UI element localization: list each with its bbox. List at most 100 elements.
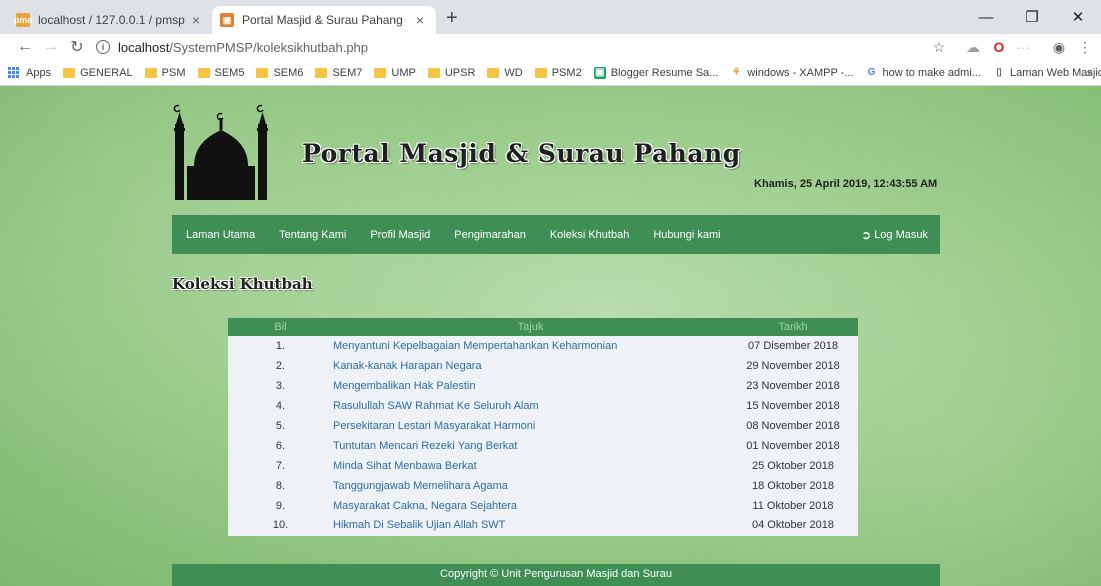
minimize-button[interactable]: — [963, 0, 1009, 34]
khutbah-link[interactable]: Kanak-kanak Harapan Negara [333, 356, 728, 376]
folder-icon [256, 67, 269, 78]
forward-arrow-icon[interactable]: → [40, 36, 62, 58]
table-row: 6. Tuntutan Mencari Rezeki Yang Berkat 0… [228, 436, 858, 456]
nav-tentang-kami[interactable]: Tentang Kami [279, 229, 346, 241]
table-header-row: Bil Tajuk Tarikh [228, 318, 858, 336]
address-bar[interactable]: i localhost/SystemPMSP/koleksikhutbah.ph… [96, 36, 981, 58]
folder-icon [63, 67, 76, 78]
bookmark-blogger[interactable]: ▣ Blogger Resume Sa... [593, 66, 719, 79]
table-row: 3. Mengembalikan Hak Palestin 23 Novembe… [228, 376, 858, 396]
browser-menu-icon[interactable]: ⋮ [1078, 38, 1092, 56]
portal-favicon-icon: ▣ [220, 13, 234, 27]
bookmark-folder-sem6[interactable]: SEM6 [256, 67, 303, 79]
nav-laman-utama[interactable]: Laman Utama [186, 229, 255, 241]
cell-tarikh: 18 Oktober 2018 [728, 476, 858, 496]
url-host: localhost [118, 39, 170, 55]
cell-tarikh: 08 November 2018 [728, 416, 858, 436]
cell-tarikh: 04 Oktober 2018 [728, 516, 858, 536]
tab-close-icon[interactable]: × [188, 12, 204, 28]
bookmark-star-icon[interactable]: ☆ [930, 38, 948, 56]
bookmark-apps[interactable]: Apps [8, 66, 52, 79]
bookmark-folder-psm[interactable]: PSM [144, 66, 186, 79]
bookmarks-overflow-button[interactable]: » [1086, 66, 1093, 80]
folder-icon [427, 67, 440, 78]
extension-dots-icon[interactable]: ··· [1014, 38, 1032, 56]
khutbah-link[interactable]: Persekitaran Lestari Masyarakat Harmoni [333, 416, 728, 436]
bookmark-label: UPSR [444, 66, 476, 79]
table-row: 5. Persekitaran Lestari Masyarakat Harmo… [228, 416, 858, 436]
bookmark-folder-general[interactable]: GENERAL [63, 67, 133, 79]
column-header-tarikh: Tarikh [728, 318, 858, 336]
khutbah-link[interactable]: Tuntutan Mencari Rezeki Yang Berkat [333, 436, 728, 456]
bookmark-label: PSM [161, 66, 186, 79]
cell-tarikh: 01 November 2018 [728, 436, 858, 456]
cell-bil: 2. [228, 356, 333, 376]
reload-icon[interactable]: ↻ [66, 36, 88, 58]
nav-koleksi-khutbah[interactable]: Koleksi Khutbah [550, 229, 630, 241]
cell-tarikh: 25 Oktober 2018 [728, 456, 858, 476]
khutbah-link[interactable]: Mengembalikan Hak Palestin [333, 376, 728, 396]
browser-tab-phpmyadmin[interactable]: pma localhost / 127.0.0.1 / pmsp / ser × [8, 6, 212, 34]
bookmark-laman-web[interactable]: ▯Laman Web Masjid... [993, 67, 1101, 79]
back-arrow-icon[interactable]: ← [14, 36, 36, 58]
url-path: /SystemPMSP/koleksikhutbah.php [169, 39, 369, 55]
cell-bil: 6. [228, 436, 333, 456]
new-tab-button[interactable]: + [446, 8, 458, 28]
extension-cloud-icon[interactable]: ☁ [964, 38, 982, 56]
cell-bil: 10. [228, 516, 333, 536]
site-title: Portal Masjid & Surau Pahang [302, 139, 741, 168]
khutbah-link[interactable]: Hikmah Di Sebalik Ujian Allah SWT [333, 516, 728, 536]
nav-profil-masjid[interactable]: Profil Masjid [370, 229, 430, 241]
khutbah-link[interactable]: Tanggungjawab Memelihara Agama [333, 476, 728, 496]
bookmark-folder-ump[interactable]: UMP [374, 67, 416, 79]
login-link[interactable]: ➲ Log Masuk [861, 215, 928, 254]
login-label: Log Masuk [874, 228, 928, 241]
bookmark-folder-sem5[interactable]: SEM5 [197, 67, 244, 79]
main-navbar: Laman Utama Tentang Kami Profil Masjid P… [172, 215, 940, 254]
info-icon[interactable]: i [96, 40, 110, 54]
bookmark-folder-wd[interactable]: WD [487, 66, 523, 79]
folder-icon [534, 67, 547, 78]
google-icon: G [867, 67, 876, 78]
browser-tab-portal[interactable]: ▣ Portal Masjid & Surau Pahang × [212, 6, 436, 34]
opera-extension-icon[interactable]: O [990, 38, 1008, 56]
cell-tarikh: 11 Oktober 2018 [728, 496, 858, 516]
tab-close-icon[interactable]: × [412, 12, 428, 28]
cell-tarikh: 07 Disember 2018 [728, 336, 858, 356]
folder-icon [374, 67, 387, 78]
bookmark-label: SEM6 [273, 66, 304, 79]
column-header-bil: Bil [228, 318, 333, 336]
maximize-button[interactable]: ❐ [1009, 0, 1055, 34]
table-row: 9. Masyarakat Cakna, Negara Sejahtera 11… [228, 496, 858, 516]
bookmark-label: windows - XAMPP -... [747, 66, 854, 79]
tab-title: localhost / 127.0.0.1 / pmsp / ser [38, 13, 188, 27]
page-icon: ▯ [996, 67, 1002, 78]
bookmark-folder-psm2[interactable]: PSM2 [534, 67, 582, 79]
phpmyadmin-favicon-icon: pma [13, 13, 33, 27]
bookmark-folder-upsr[interactable]: UPSR [427, 66, 476, 79]
nav-hubungi-kami[interactable]: Hubungi kami [653, 229, 720, 241]
cell-tarikh: 29 November 2018 [728, 356, 858, 376]
browser-tab-strip: pma localhost / 127.0.0.1 / pmsp / ser ×… [0, 0, 1101, 34]
bookmark-xampp[interactable]: ⚘ windows - XAMPP -... [730, 66, 854, 79]
cell-bil: 1. [228, 336, 333, 356]
bookmark-folder-sem7[interactable]: SEM7 [315, 67, 362, 79]
folder-icon [197, 67, 210, 78]
nav-pengimarahan[interactable]: Pengimarahan [454, 229, 526, 241]
cell-bil: 8. [228, 476, 333, 496]
blogger-icon: ▣ [593, 66, 606, 79]
profile-avatar-icon[interactable]: ◉ [1050, 38, 1068, 56]
cell-bil: 7. [228, 456, 333, 476]
khutbah-link[interactable]: Minda Sihat Menbawa Berkat [333, 456, 728, 476]
khutbah-link[interactable]: Rasulullah SAW Rahmat Ke Seluruh Alam [333, 396, 728, 416]
folder-icon [487, 67, 500, 78]
khutbah-link[interactable]: Masyarakat Cakna, Negara Sejahtera [333, 496, 728, 516]
bookmark-google[interactable]: Ghow to make admi... [866, 67, 981, 79]
close-window-button[interactable]: ✕ [1055, 0, 1101, 34]
cell-bil: 3. [228, 376, 333, 396]
bookmark-label: Apps [26, 66, 52, 79]
xampp-icon: ⚘ [731, 67, 741, 78]
bookmark-label: WD [504, 66, 523, 79]
khutbah-link[interactable]: Menyantuni Kepelbagaian Mempertahankan K… [333, 336, 728, 356]
bookmark-label: Blogger Resume Sa... [610, 66, 719, 79]
